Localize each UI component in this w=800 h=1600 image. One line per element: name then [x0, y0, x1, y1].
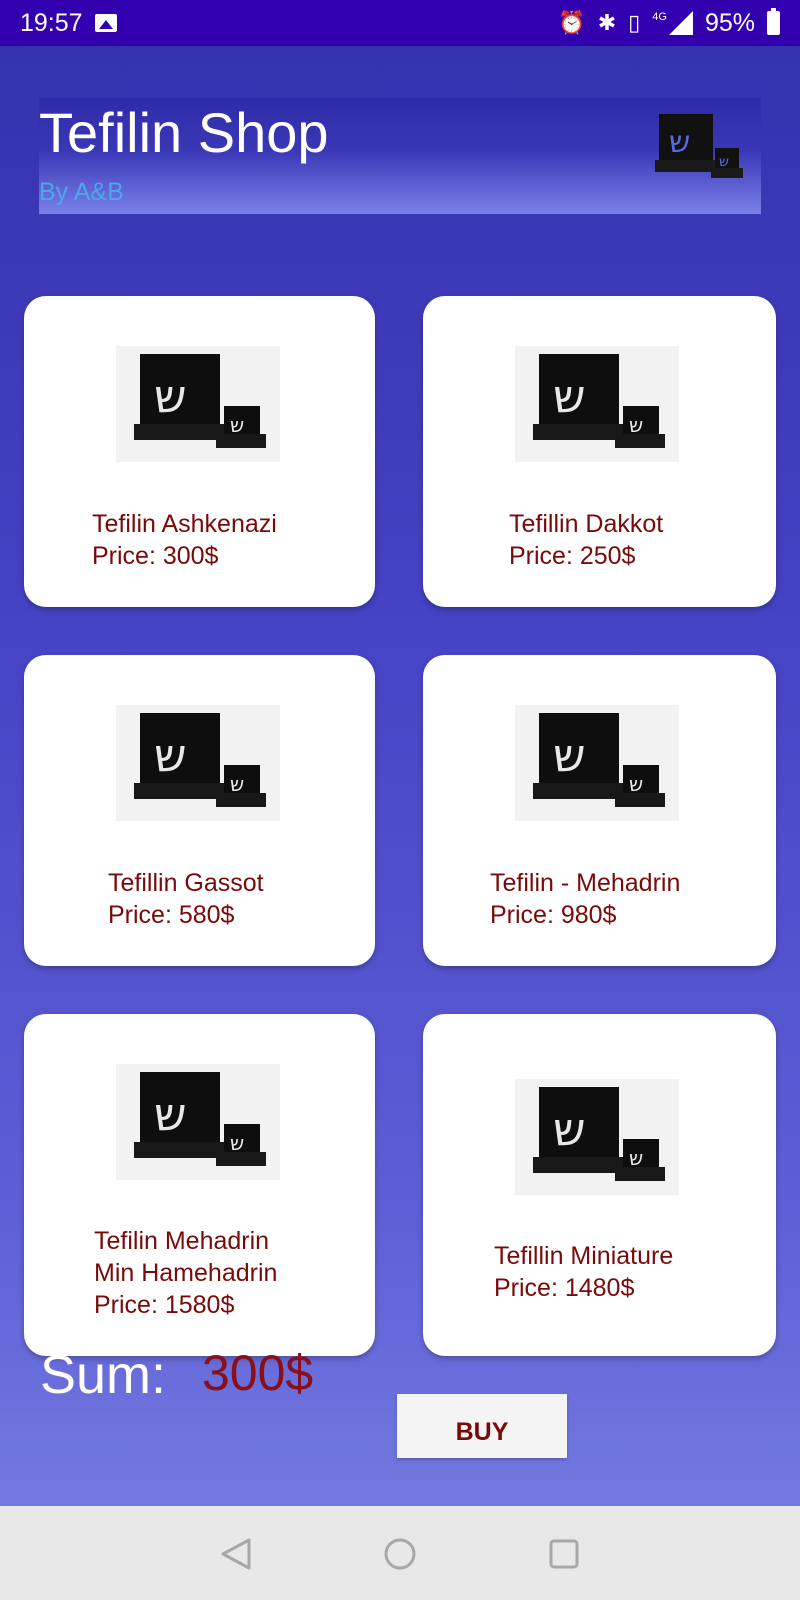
svg-text:ש: ש [154, 1087, 187, 1141]
bluetooth-icon: ✱ [597, 10, 617, 35]
product-name: Tefilin Ashkenazi [92, 510, 277, 538]
svg-text:ש: ש [154, 728, 187, 782]
sum-label: Sum: [40, 1345, 167, 1405]
status-right: ⏰ ✱ ▯ 4G 95% [558, 8, 780, 38]
svg-text:ש: ש [553, 369, 586, 423]
alarm-icon: ⏰ [558, 10, 586, 35]
svg-text:ש: ש [669, 125, 690, 160]
svg-text:ש: ש [629, 1146, 643, 1170]
home-icon [384, 1538, 416, 1570]
product-price: Price: 1480$ [494, 1274, 635, 1302]
status-bar: 19:57 ⏰ ✱ ▯ 4G 95% [0, 0, 800, 46]
product-name-line2: Min Hamehadrin [94, 1259, 278, 1287]
product-info: Tefillin Gassot Price: 580$ [108, 867, 264, 931]
status-time: 19:57 [20, 8, 83, 37]
vibrate-icon: ▯ [628, 10, 641, 35]
product-price: Price: 580$ [108, 901, 235, 929]
product-info: Tefilin - Mehadrin Price: 980$ [490, 867, 680, 931]
product-card-6[interactable]: ש ש Tefillin Miniature Price: 1480$ [423, 1014, 776, 1356]
product-price: Price: 980$ [490, 901, 617, 929]
status-left: 19:57 [20, 9, 117, 38]
back-icon [221, 1538, 251, 1570]
navigation-bar [0, 1506, 800, 1600]
product-card-4[interactable]: ש ש Tefilin - Mehadrin Price: 980$ [423, 655, 776, 966]
buy-button[interactable]: BUY [397, 1394, 567, 1458]
app-content: Tefilin Shop By A&B ש ש ש ש Tefilin Ashk… [0, 46, 800, 1506]
tefilin-image: ש ש [515, 705, 679, 821]
product-card-5[interactable]: ש ש Tefilin Mehadrin Min Hamehadrin Pric… [24, 1014, 375, 1356]
svg-text:ש: ש [629, 413, 643, 437]
product-name: Tefillin Miniature [494, 1242, 674, 1270]
product-card-3[interactable]: ש ש Tefillin Gassot Price: 580$ [24, 655, 375, 966]
back-button[interactable] [212, 1530, 260, 1578]
product-price: Price: 300$ [92, 542, 219, 570]
battery-percent: 95% [704, 8, 755, 37]
svg-text:ש: ש [553, 728, 586, 782]
svg-text:ש: ש [230, 413, 244, 437]
product-card-1[interactable]: ש ש Tefilin Ashkenazi Price: 300$ [24, 296, 375, 607]
svg-text:ש: ש [230, 1131, 244, 1155]
app-title: Tefilin Shop [39, 101, 329, 164]
sum-value: 300$ [202, 1345, 314, 1401]
recents-button[interactable] [540, 1530, 588, 1578]
product-info: Tefilin Mehadrin Min Hamehadrin Price: 1… [94, 1225, 277, 1321]
svg-text:ש: ש [154, 369, 187, 423]
product-name: Tefillin Dakkot [509, 510, 664, 538]
app-subtitle: By A&B [39, 178, 124, 206]
network-type: 4G [652, 11, 667, 23]
signal-icon [668, 11, 693, 35]
svg-text:ש: ש [553, 1102, 586, 1156]
tefilin-image: ש ש [515, 346, 679, 462]
svg-text:ש: ש [629, 772, 643, 796]
tefilin-image: ש ש [515, 1079, 679, 1195]
svg-text:ש: ש [719, 154, 729, 170]
app-header: Tefilin Shop By A&B ש ש [39, 98, 761, 214]
product-info: Tefillin Dakkot Price: 250$ [509, 508, 663, 572]
product-name: Tefilin Mehadrin [94, 1227, 270, 1255]
product-info: Tefilin Ashkenazi Price: 300$ [92, 508, 277, 572]
product-price: Price: 1580$ [94, 1291, 235, 1319]
image-icon [94, 14, 117, 32]
product-name: Tefilin - Mehadrin [490, 869, 681, 897]
battery-icon [767, 8, 780, 35]
tefilin-image: ש ש [116, 705, 280, 821]
recents-icon [549, 1539, 579, 1569]
home-button[interactable] [376, 1530, 424, 1578]
tefilin-logo-icon: ש ש [655, 114, 743, 178]
product-info: Tefillin Miniature Price: 1480$ [494, 1240, 673, 1304]
product-price: Price: 250$ [509, 542, 636, 570]
tefilin-image: ש ש [116, 346, 280, 462]
product-card-2[interactable]: ש ש Tefillin Dakkot Price: 250$ [423, 296, 776, 607]
tefilin-image: ש ש [116, 1064, 280, 1180]
svg-text:ש: ש [230, 772, 244, 796]
product-name: Tefillin Gassot [108, 869, 264, 897]
